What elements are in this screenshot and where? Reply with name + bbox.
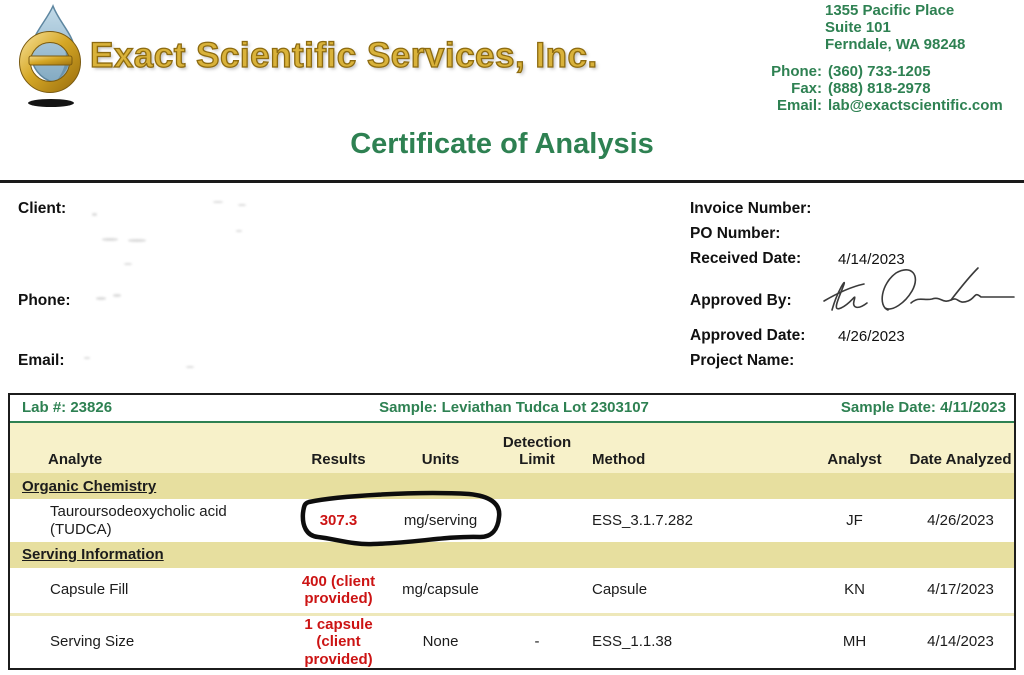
address-line3: Ferndale, WA 98248 <box>825 36 965 53</box>
company-contact-block: Phone: (360) 733-1205 Fax: (888) 818-297… <box>738 63 1003 114</box>
analyst-column-header: Analyst <box>802 451 907 468</box>
analyte-cell: Serving Size <box>10 633 290 651</box>
redaction-smudge <box>113 294 121 297</box>
method-column-header: Method <box>580 451 802 468</box>
units-cell: None <box>387 633 494 651</box>
client-email-label: Email: <box>18 352 65 370</box>
approved-date-label: Approved Date: <box>690 327 805 345</box>
phone-row: Phone: (360) 733-1205 <box>738 63 1003 80</box>
fax-value: (888) 818-2978 <box>828 80 931 97</box>
address-line2: Suite 101 <box>825 19 965 36</box>
units-column-header: Units <box>387 451 494 468</box>
analyst-cell: MH <box>802 633 907 651</box>
date-analyzed-cell: 4/14/2023 <box>907 633 1014 651</box>
sample-date: Sample Date: 4/11/2023 <box>706 399 1014 416</box>
redaction-smudge <box>238 204 246 206</box>
section-label: Serving Information <box>22 546 164 563</box>
invoice-number-label: Invoice Number: <box>690 200 811 218</box>
page-title: Certificate of Analysis <box>0 128 1004 161</box>
method-cell: Capsule <box>580 581 802 599</box>
redaction-smudge <box>236 230 242 232</box>
phone-label: Phone: <box>738 63 822 80</box>
analyte-cell: Tauroursodeoxycholic acid (TUDCA) <box>10 503 290 539</box>
client-label: Client: <box>18 200 66 218</box>
detection-limit-column-header: Detection Limit <box>494 434 580 469</box>
detection-limit-cell: - <box>494 633 580 651</box>
exact-scientific-logo-icon <box>14 4 94 108</box>
lab-number: Lab #: 23826 <box>10 399 322 416</box>
po-number-label: PO Number: <box>690 225 780 243</box>
method-cell: ESS_1.1.38 <box>580 633 802 651</box>
section-header-serving-information: Serving Information <box>10 542 1014 568</box>
redaction-smudge <box>84 357 90 359</box>
redaction-smudge <box>102 238 118 241</box>
header-divider <box>0 180 1024 183</box>
analyte-cell: Capsule Fill <box>10 581 290 599</box>
analyst-cell: JF <box>802 512 907 530</box>
table-row-tudca: Tauroursodeoxycholic acid (TUDCA) 307.3 … <box>10 499 1014 542</box>
email-value: lab@exactscientific.com <box>828 97 1003 114</box>
address-line1: 1355 Pacific Place <box>825 2 965 19</box>
units-cell: mg/capsule <box>387 581 494 599</box>
date-analyzed-cell: 4/26/2023 <box>907 512 1014 530</box>
redaction-smudge <box>96 297 106 300</box>
results-cell: 1 capsule (client provided) <box>290 616 387 668</box>
section-header-organic-chemistry: Organic Chemistry <box>10 473 1014 499</box>
results-table: Lab #: 23826 Sample: Leviathan Tudca Lot… <box>8 393 1016 670</box>
fax-label: Fax: <box>738 80 822 97</box>
project-name-label: Project Name: <box>690 352 794 370</box>
section-label: Organic Chemistry <box>22 478 156 495</box>
method-cell: ESS_3.1.7.282 <box>580 512 802 530</box>
redaction-smudge <box>92 213 97 216</box>
date-analyzed-column-header: Date Analyzed <box>907 451 1014 468</box>
result-highlight-circle-icon <box>293 486 511 552</box>
certificate-of-analysis-page: Exact Scientific Services, Inc. 1355 Pac… <box>0 0 1024 675</box>
analyst-cell: KN <box>802 581 907 599</box>
sample-name: Sample: Leviathan Tudca Lot 2303107 <box>322 399 706 416</box>
phone-value: (360) 733-1205 <box>828 63 931 80</box>
column-header-row: Analyte Results Units Detection Limit Me… <box>10 423 1014 474</box>
table-row-serving-size: Serving Size 1 capsule (client provided)… <box>10 613 1014 668</box>
email-row: Email: lab@exactscientific.com <box>738 97 1003 114</box>
date-analyzed-cell: 4/17/2023 <box>907 581 1014 599</box>
company-address: 1355 Pacific Place Suite 101 Ferndale, W… <box>825 2 965 53</box>
table-row-capsule-fill: Capsule Fill 400 (client provided) mg/ca… <box>10 568 1014 614</box>
sample-info-row: Lab #: 23826 Sample: Leviathan Tudca Lot… <box>10 395 1014 423</box>
redaction-smudge <box>186 366 194 368</box>
fax-row: Fax: (888) 818-2978 <box>738 80 1003 97</box>
analyte-column-header: Analyte <box>10 451 290 468</box>
redaction-smudge <box>128 239 146 242</box>
approval-signature-icon <box>818 258 1018 332</box>
results-column-header: Results <box>290 451 387 468</box>
email-label: Email: <box>738 97 822 114</box>
received-date-label: Received Date: <box>690 250 801 268</box>
redaction-smudge <box>213 201 223 203</box>
redaction-smudge <box>124 263 132 265</box>
results-cell: 400 (client provided) <box>290 573 387 608</box>
company-name: Exact Scientific Services, Inc. <box>90 36 598 76</box>
approved-by-label: Approved By: <box>690 292 792 310</box>
client-phone-label: Phone: <box>18 292 71 310</box>
